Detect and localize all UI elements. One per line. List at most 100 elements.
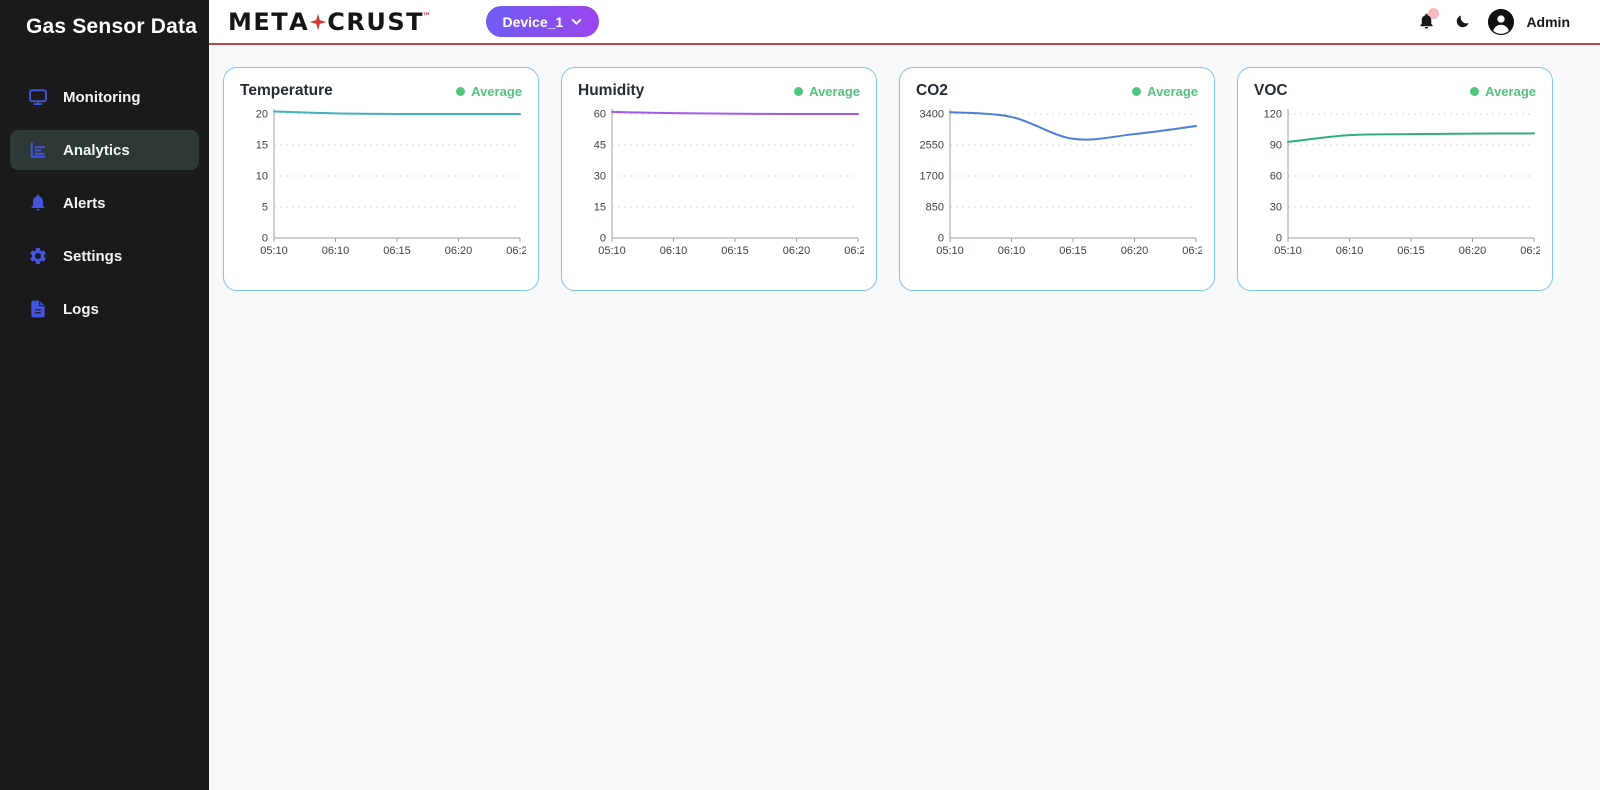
chart-card-co2: CO2 Average 0 850 1700 2550 3400 05:10 06:10 06… [899,67,1215,291]
card-header: CO2 Average [916,82,1198,100]
chevron-down-icon [570,15,583,28]
sidebar-item-settings[interactable]: Settings [10,236,199,276]
legend-label: Average [1485,84,1536,99]
svg-text:06:20: 06:20 [1459,245,1487,257]
svg-text:3400: 3400 [920,109,944,121]
line-chart: 0510152005:1006:1006:1506:2006:25 [238,102,526,268]
legend-average[interactable]: Average [1132,84,1198,99]
card-header: Temperature Average [240,82,522,100]
dark-mode-toggle-icon[interactable] [1454,13,1471,30]
svg-text:5: 5 [262,202,268,214]
device-selector-label: Device_1 [502,14,563,30]
monitor-icon [28,87,48,107]
line-chart: 0 30 60 90 120 05:10 06:10 06:15 06:20 06:25 [1252,102,1540,268]
svg-text:06:25: 06:25 [844,245,864,257]
svg-text:0: 0 [262,233,268,245]
svg-text:20: 20 [256,109,268,121]
top-bar: META CRUST ™ Device_1 Admin [209,0,1600,45]
svg-text:1700: 1700 [920,171,944,183]
svg-text:0: 0 [600,233,606,245]
sidebar-item-label: Monitoring [63,89,140,106]
bell-icon [28,193,48,213]
svg-text:120: 120 [1264,109,1282,121]
chart-title: CO2 [916,82,948,100]
app-title: Gas Sensor Data [0,0,209,39]
legend-label: Average [471,84,522,99]
svg-text:06:15: 06:15 [383,245,411,257]
svg-text:05:10: 05:10 [936,245,964,257]
svg-text:06:15: 06:15 [1059,245,1087,257]
chart-cards-row: Temperature Average 0510152005:1006:1006… [209,47,1600,311]
legend-average[interactable]: Average [456,84,522,99]
svg-text:06:10: 06:10 [322,245,350,257]
svg-text:06:15: 06:15 [1397,245,1425,257]
chart-title: Temperature [240,82,333,100]
svg-text:15: 15 [594,202,606,214]
sidebar-item-label: Logs [63,301,99,318]
svg-text:30: 30 [1270,202,1282,214]
metacrust-logo: META CRUST ™ [228,8,434,36]
svg-text:850: 850 [926,202,944,214]
sidebar: Gas Sensor Data Monitoring Analytics Ale… [0,0,209,790]
svg-text:06:10: 06:10 [1336,245,1364,257]
main-content: Temperature Average 0510152005:1006:1006… [209,47,1600,790]
device-selector-button[interactable]: Device_1 [486,6,599,37]
pulse-star-icon [308,12,328,32]
svg-text:06:25: 06:25 [1520,245,1540,257]
gear-icon [28,246,48,266]
topbar-actions: Admin [1417,9,1570,35]
bar-chart-icon [28,140,48,160]
sidebar-item-logs[interactable]: Logs [10,289,199,329]
logo-text-right: CRUST [327,8,424,36]
svg-text:60: 60 [1270,171,1282,183]
chart-title: VOC [1254,82,1288,100]
file-icon [28,299,48,319]
svg-text:05:10: 05:10 [260,245,288,257]
chart-card-voc: VOC Average 0 30 60 90 120 05:10 06:10 06:15 06:… [1237,67,1553,291]
sidebar-nav: Monitoring Analytics Alerts Settings Log… [0,77,209,329]
svg-text:05:10: 05:10 [1274,245,1302,257]
sidebar-item-label: Settings [63,248,122,265]
svg-text:60: 60 [594,109,606,121]
svg-text:0: 0 [938,233,944,245]
sidebar-item-analytics[interactable]: Analytics [10,130,199,170]
legend-average[interactable]: Average [794,84,860,99]
notifications-bell-icon[interactable] [1417,12,1437,32]
svg-text:2550: 2550 [920,140,944,152]
svg-text:06:10: 06:10 [998,245,1026,257]
svg-text:06:20: 06:20 [1121,245,1149,257]
card-header: Humidity Average [578,82,860,100]
sidebar-item-label: Alerts [63,195,106,212]
user-name: Admin [1526,14,1570,30]
svg-text:06:20: 06:20 [783,245,811,257]
chart-title: Humidity [578,82,644,100]
line-chart: 0 850 1700 2550 3400 05:10 06:10 06:15 06:20 06:2… [914,102,1202,268]
sidebar-item-monitoring[interactable]: Monitoring [10,77,199,117]
sidebar-item-label: Analytics [63,142,130,159]
svg-text:15: 15 [256,140,268,152]
svg-text:05:10: 05:10 [598,245,626,257]
svg-text:06:25: 06:25 [506,245,526,257]
svg-text:0: 0 [1276,233,1282,245]
svg-text:06:10: 06:10 [660,245,688,257]
legend-dot-icon [1132,87,1141,96]
legend-label: Average [809,84,860,99]
logo-text-left: MET [228,8,289,36]
chart-card-humidity: Humidity Average 0 15 30 45 60 05:10 06:10 06:1… [561,67,877,291]
svg-text:90: 90 [1270,140,1282,152]
legend-average[interactable]: Average [1470,84,1536,99]
svg-text:06:15: 06:15 [721,245,749,257]
sidebar-item-alerts[interactable]: Alerts [10,183,199,223]
svg-text:30: 30 [594,171,606,183]
svg-text:06:25: 06:25 [1182,245,1202,257]
svg-text:45: 45 [594,140,606,152]
logo-trademark: ™ [422,12,433,22]
logo-text-a: A [289,8,309,36]
chart-card-temperature: Temperature Average 0510152005:1006:1006… [223,67,539,291]
legend-dot-icon [794,87,803,96]
user-avatar[interactable] [1488,9,1514,35]
svg-text:06:20: 06:20 [445,245,473,257]
legend-dot-icon [1470,87,1479,96]
legend-label: Average [1147,84,1198,99]
line-chart: 0 15 30 45 60 05:10 06:10 06:15 06:20 06:25 [576,102,864,268]
